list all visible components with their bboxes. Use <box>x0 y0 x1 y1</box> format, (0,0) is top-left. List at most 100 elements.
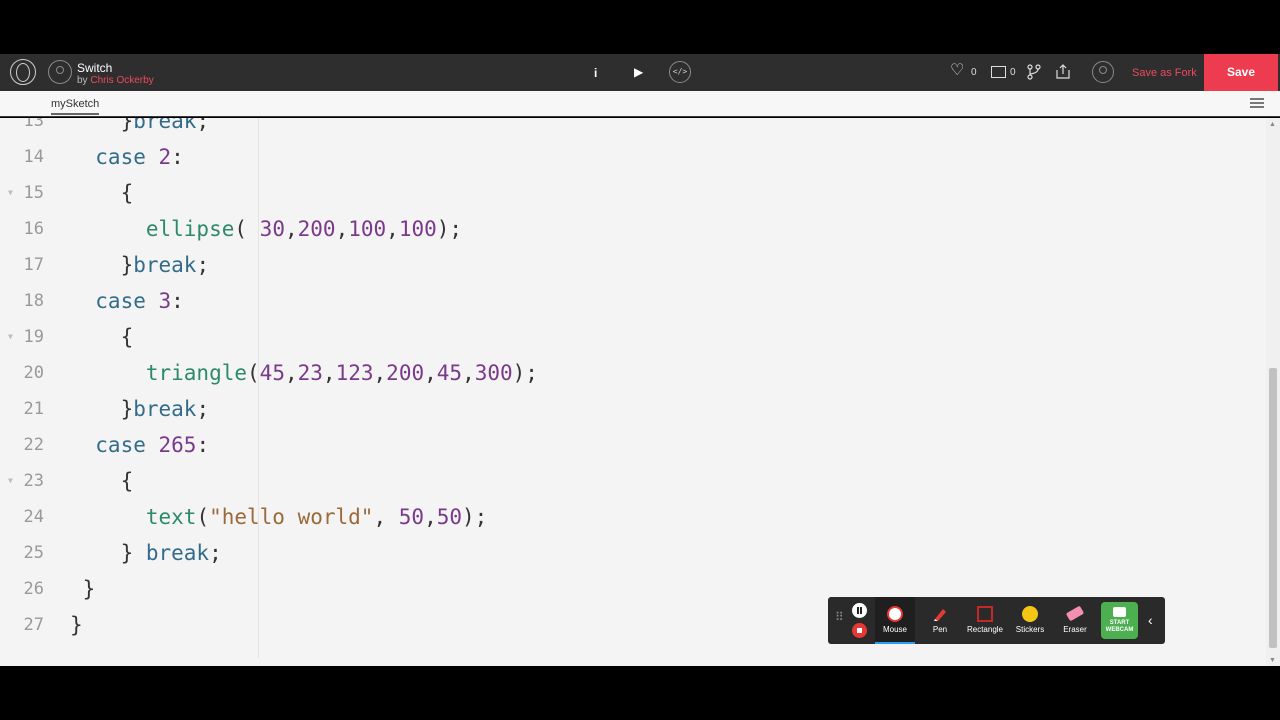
code-token: case <box>70 145 159 169</box>
line-number: 16 <box>23 219 44 239</box>
openprocessing-logo-icon[interactable] <box>10 59 36 85</box>
tool-mouse[interactable]: Mouse <box>875 597 915 644</box>
info-button[interactable]: i <box>594 66 597 80</box>
annotation-toolbar: ⠿ START WEBCAM ‹ Mouse Pen Rectangle Sticke… <box>828 597 1165 644</box>
tool-rectangle[interactable]: Rectangle <box>965 597 1005 644</box>
likes-count: 0 <box>971 67 977 78</box>
code-view-button[interactable]: </> <box>669 61 691 83</box>
scroll-up-icon[interactable]: ▲ <box>1269 121 1276 128</box>
code-token: , <box>386 217 399 241</box>
code-line[interactable]: 20 triangle(45,23,123,200,45,300); <box>0 355 1266 391</box>
tab-mysketch[interactable]: mySketch <box>51 98 100 115</box>
code-token: "hello world" <box>209 505 374 529</box>
code-line[interactable]: 17 }break; <box>0 247 1266 283</box>
code-line[interactable]: ▼ 15 { <box>0 175 1266 211</box>
code-line[interactable]: 14 case 2: <box>0 139 1266 175</box>
author-link[interactable]: Chris Ockerby <box>90 75 153 86</box>
code-token: ); <box>462 505 488 529</box>
code-token: ellipse <box>145 217 235 241</box>
code-token: , <box>373 505 399 529</box>
code-line[interactable]: ▼ 23 { <box>0 463 1266 499</box>
code-line[interactable]: 13 }break; <box>0 118 1266 139</box>
code-token: } <box>70 253 134 277</box>
chevron-left-icon[interactable]: ‹ <box>1148 612 1153 628</box>
line-number: 13 <box>23 118 44 131</box>
tool-eraser[interactable]: Eraser <box>1055 597 1095 644</box>
code-editor[interactable]: 13 }break; 14 case 2: ▼ 15 {16 ellipse( 30,… <box>0 118 1266 666</box>
webcam-label-line1: START <box>1109 620 1130 626</box>
comment-icon[interactable] <box>991 66 1006 78</box>
eraser-icon <box>1065 605 1085 622</box>
tool-stickers[interactable]: Stickers <box>1010 597 1050 644</box>
save-as-fork-button[interactable]: Save as Fork <box>1132 67 1197 79</box>
code-token: ; <box>209 541 222 565</box>
code-token: { <box>70 469 134 493</box>
code-token: 200 <box>386 361 425 385</box>
line-number: 17 <box>23 255 44 275</box>
code-token: ; <box>196 253 210 277</box>
tool-label: Eraser <box>1063 625 1087 634</box>
line-number: 27 <box>23 615 44 635</box>
stop-recording-button[interactable] <box>852 623 867 638</box>
code-token: 200 <box>297 217 336 241</box>
code-token: ( <box>196 505 210 529</box>
code-line[interactable]: 18 case 3: <box>0 283 1266 319</box>
sketch-title: Switch <box>77 61 113 75</box>
code-line[interactable]: 24 text("hello world", 50,50); <box>0 499 1266 535</box>
code-token: } <box>70 397 134 421</box>
tool-label: Pen <box>932 625 948 634</box>
code-token: , <box>424 505 437 529</box>
code-text: }break; <box>70 247 210 283</box>
line-number: 23 <box>23 471 44 491</box>
start-webcam-button[interactable]: START WEBCAM <box>1101 602 1138 639</box>
code-token: { <box>70 181 134 205</box>
code-line[interactable]: 16 ellipse( 30,200,100,100); <box>0 211 1266 247</box>
line-number: 15 <box>23 183 44 203</box>
code-text: } break; <box>70 535 222 571</box>
code-token: : <box>171 289 184 313</box>
code-token: triangle <box>145 361 248 385</box>
tool-label: Stickers <box>1015 625 1045 634</box>
editor-settings-icon[interactable] <box>1250 97 1264 109</box>
author-avatar[interactable] <box>48 60 72 84</box>
line-number: 26 <box>23 579 44 599</box>
code-token: 100 <box>398 217 437 241</box>
code-line[interactable]: ▼ 19 { <box>0 319 1266 355</box>
editor-scrollbar[interactable]: ▲ ▼ <box>1266 118 1280 666</box>
scrollbar-thumb[interactable] <box>1269 368 1277 648</box>
scroll-down-icon[interactable]: ▼ <box>1269 657 1276 664</box>
code-text: triangle(45,23,123,200,45,300); <box>70 355 538 391</box>
code-text: { <box>70 319 134 355</box>
top-bar: Switch by Chris Ockerby i ▶ </> ♡ 0 0 Sa… <box>0 54 1280 91</box>
code-token: , <box>462 361 475 385</box>
code-line[interactable]: 21 }break; <box>0 391 1266 427</box>
save-button[interactable]: Save <box>1204 54 1278 91</box>
code-token: : <box>196 433 210 457</box>
pause-recording-button[interactable] <box>852 603 867 618</box>
code-token: 50 <box>436 505 463 529</box>
code-text: ellipse( 30,200,100,100); <box>70 211 462 247</box>
fork-icon[interactable] <box>1027 64 1041 80</box>
tool-pen[interactable]: Pen <box>920 597 960 644</box>
code-token: } <box>70 118 134 133</box>
user-menu-icon[interactable] <box>1092 61 1114 83</box>
code-token: break <box>133 397 197 421</box>
file-tab-bar: mySketch <box>0 91 1280 117</box>
code-text: case 265: <box>70 427 209 463</box>
code-line[interactable]: 25 } break; <box>0 535 1266 571</box>
webcam-label-line2: WEBCAM <box>1105 627 1134 633</box>
webcam-icon <box>1113 607 1126 617</box>
mouse-icon <box>887 606 903 622</box>
user-icon <box>56 66 64 74</box>
drag-handle-icon[interactable]: ⠿ <box>835 611 844 623</box>
line-number: 18 <box>23 291 44 311</box>
heart-icon[interactable]: ♡ <box>950 63 964 79</box>
line-number: 19 <box>23 327 44 347</box>
play-button[interactable]: ▶ <box>634 65 643 79</box>
code-text: }break; <box>70 118 210 139</box>
code-line[interactable]: 22 case 265: <box>0 427 1266 463</box>
code-token: , <box>335 217 349 241</box>
share-icon[interactable] <box>1055 64 1071 80</box>
